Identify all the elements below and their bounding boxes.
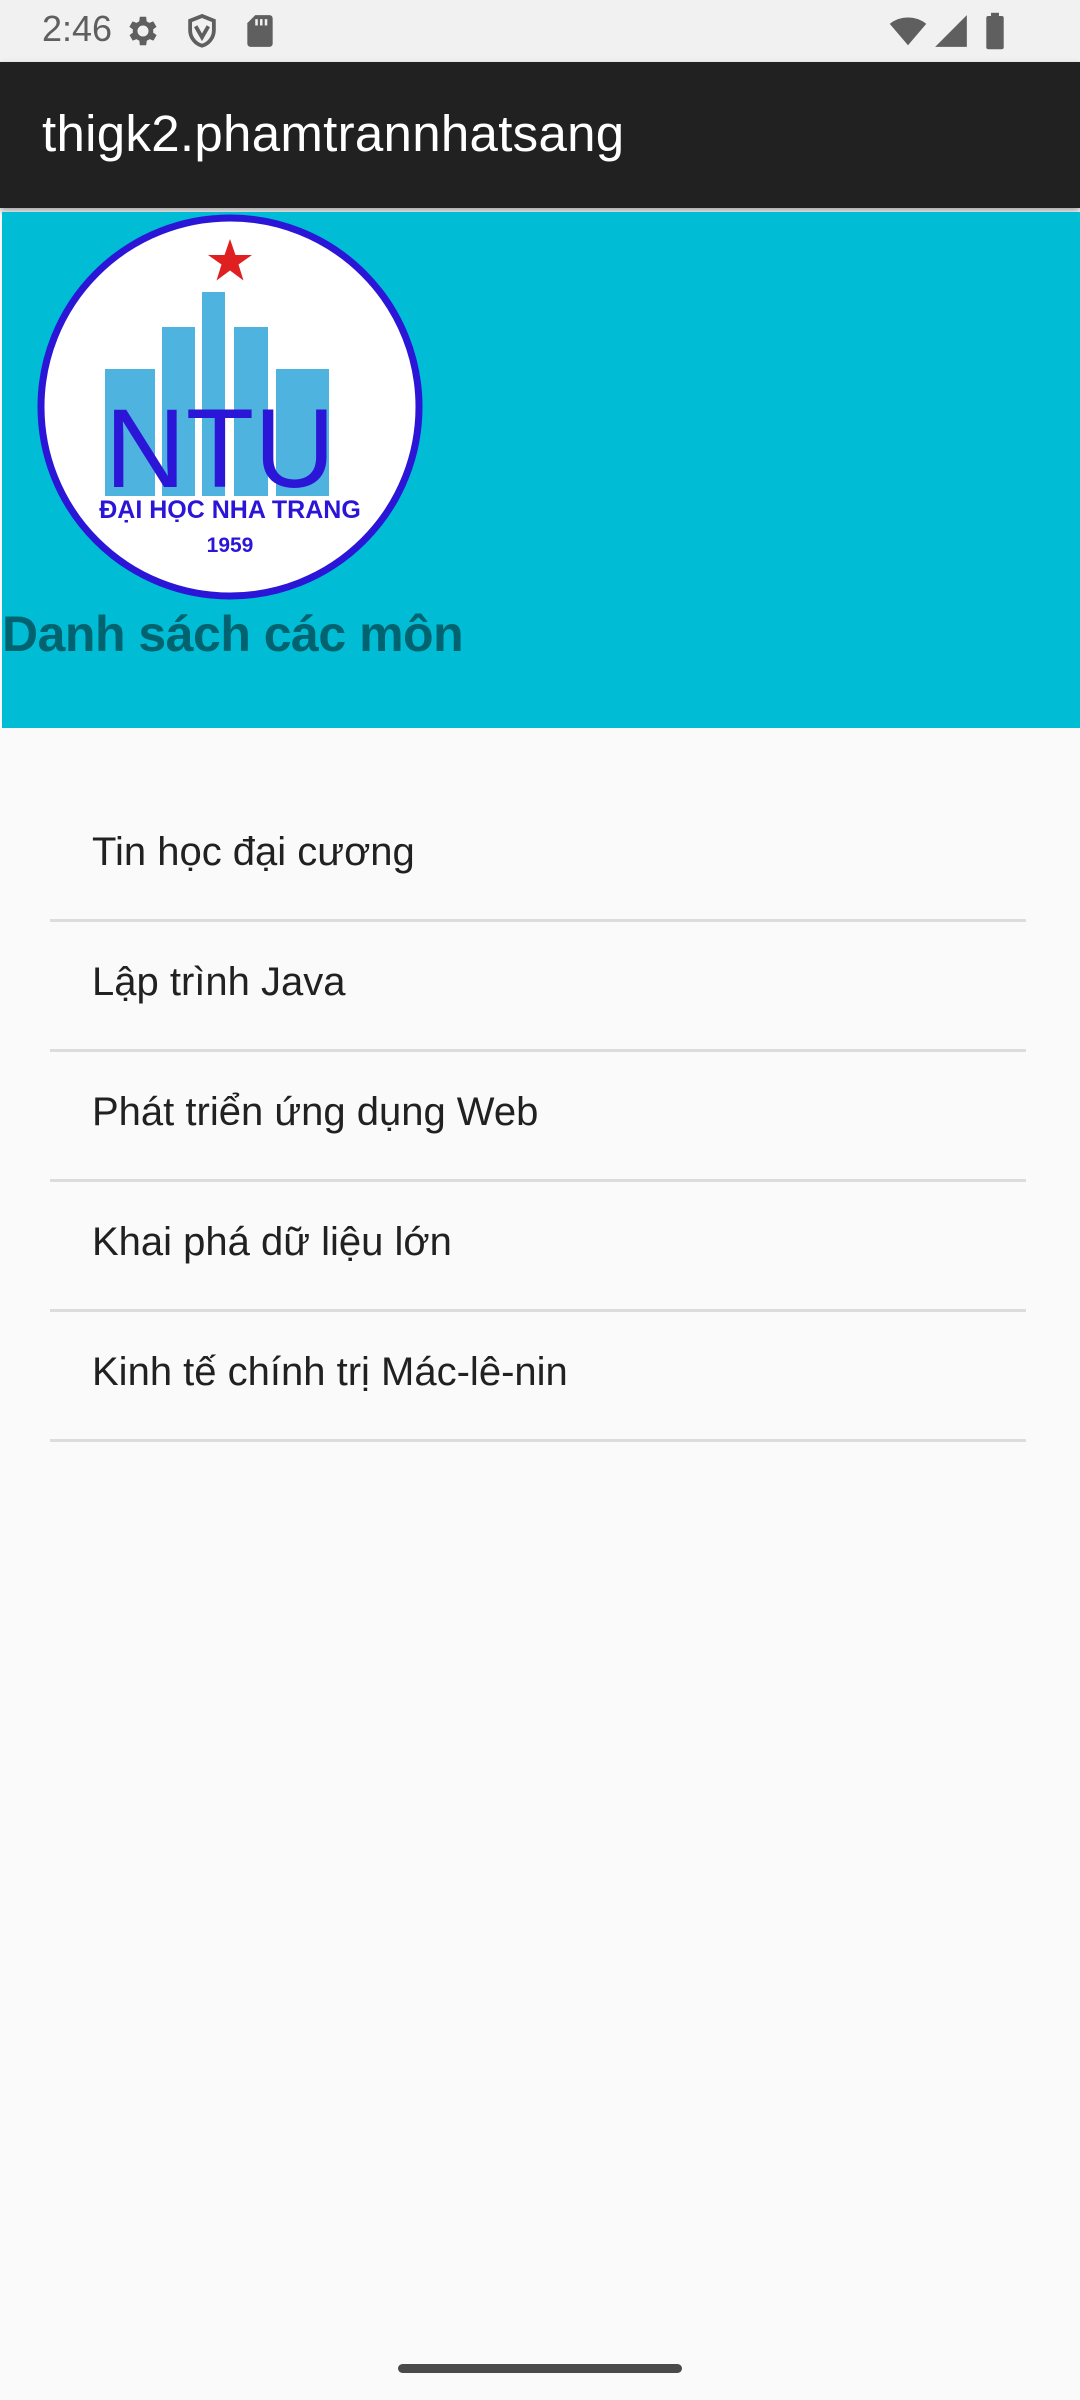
settings-gear-icon [129, 16, 157, 46]
ntu-logo-image: NTU ĐẠI HỌC NHA TRANG 1959 [37, 214, 423, 600]
wifi-icon [889, 17, 927, 46]
list-item-course[interactable]: Khai phá dữ liệu lớn [50, 1182, 1026, 1312]
course-label: Lập trình Java [92, 960, 346, 1004]
list-item-course[interactable]: Phát triển ứng dụng Web [50, 1052, 1026, 1182]
list-item-course[interactable]: Tin học đại cương [50, 792, 1026, 922]
status-time: 2:46 [42, 8, 113, 49]
header-panel: NTU ĐẠI HỌC NHA TRANG 1959 Danh sách các… [2, 212, 1080, 728]
battery-icon [986, 12, 1004, 50]
logo-year: 1959 [207, 534, 254, 557]
course-label: Kinh tế chính trị Mác-lê-nin [92, 1350, 568, 1394]
course-label: Phát triển ứng dụng Web [92, 1090, 539, 1134]
course-label: Khai phá dữ liệu lớn [92, 1220, 452, 1264]
app-title: thigk2.phamtrannhatsang [42, 105, 625, 162]
course-label: Tin học đại cương [92, 830, 415, 874]
logo-monogram: NTU [105, 386, 335, 511]
shield-icon [188, 13, 216, 48]
app-screen: 2:46 thigk2.phamtrannhatsang NTU ĐẠI HỌC… [0, 0, 1080, 2400]
page-heading: Danh sách các môn [2, 606, 464, 662]
list-item-course[interactable]: Lập trình Java [50, 922, 1026, 1052]
app-toolbar: thigk2.phamtrannhatsang [0, 62, 1080, 208]
sd-card-icon [247, 15, 273, 47]
list-item-course[interactable]: Kinh tế chính trị Mác-lê-nin [50, 1312, 1026, 1442]
course-list: Tin học đại cương Lập trình Java Phát tr… [50, 792, 1026, 1442]
gesture-nav-handle[interactable] [398, 2364, 682, 2373]
status-bar: 2:46 [0, 0, 1080, 62]
logo-university-name: ĐẠI HỌC NHA TRANG [99, 496, 361, 524]
cellular-signal-icon [935, 15, 967, 47]
